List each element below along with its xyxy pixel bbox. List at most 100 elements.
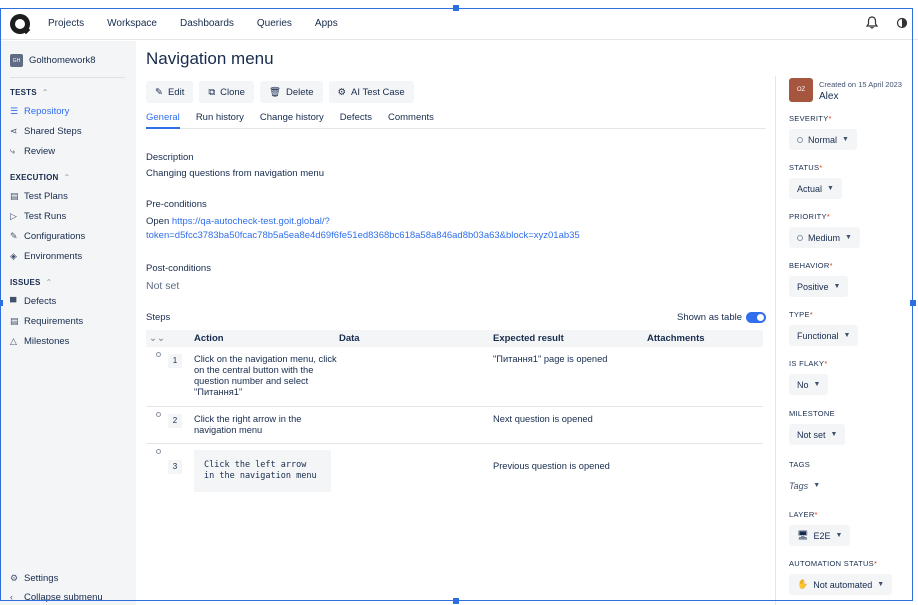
section-tests[interactable]: TESTS ⌃ [10,88,136,97]
nav-projects[interactable]: Projects [48,18,84,29]
table-row[interactable]: 3 Click the left arrow in the navigation… [146,443,763,501]
drag-handle[interactable] [146,406,168,444]
step-action[interactable]: Click on the navigation menu, click on t… [194,347,339,407]
sidebar-item-repository[interactable]: ☰ Repository [10,106,136,117]
sidebar-item-label: Test Runs [24,211,67,222]
table-view-toggle[interactable] [746,312,766,323]
preconditions-link[interactable]: https://qa-autocheck-test.goit.global/? [172,216,330,227]
milestone-icon: △ [10,336,17,346]
top-navigation: Projects Workspace Dashboards Queries Ap… [0,8,918,40]
step-action[interactable]: Click the right arrow in the navigation … [194,406,339,444]
flaky-select[interactable]: No ▼ [789,374,829,395]
nav-workspace[interactable]: Workspace [107,18,157,29]
sidebar-item-requirements[interactable]: ▤ Requirements [10,316,136,327]
step-expected[interactable]: "Питання1" page is opened [493,347,647,407]
app-logo[interactable] [10,13,30,34]
steps-header: Steps Shown as table [146,312,766,323]
copy-icon: ⧉ [208,86,216,98]
sidebar-item-test-runs[interactable]: ▷ Test Runs [10,211,136,222]
step-expected[interactable]: Next question is opened [493,406,647,444]
nav-dashboards[interactable]: Dashboards [180,18,234,29]
table-row[interactable]: 2 Click the right arrow in the navigatio… [146,406,763,444]
review-icon: ⤷ [10,146,16,156]
tab-change-history[interactable]: Change history [260,112,324,129]
theme-toggle-icon[interactable] [896,16,908,32]
step-attachments[interactable] [647,347,763,407]
expand-all-icon[interactable]: ⌄⌄ [146,330,168,347]
priority-select[interactable]: Medium ▼ [789,227,860,248]
bell-icon[interactable] [865,16,879,32]
drag-handle[interactable] [146,443,168,501]
step-expected[interactable]: Previous question is opened [493,443,647,501]
step-data[interactable] [339,406,493,444]
test-plans-icon: ▤ [10,191,19,201]
nav-queries[interactable]: Queries [257,18,292,29]
required-mark: * [829,261,833,270]
section-issues[interactable]: ISSUES ⌃ [10,278,136,287]
automation-select[interactable]: ✋ Not automated ▼ [789,574,893,595]
sidebar-item-settings[interactable]: ⚙ Settings [10,573,103,584]
chevron-down-icon: ▼ [845,234,852,241]
resize-handle-bottom[interactable] [453,598,459,604]
avatar: OZ [789,78,813,102]
behavior-select[interactable]: Positive ▼ [789,276,849,297]
milestone-select[interactable]: Not set ▼ [789,424,846,445]
field-layer: LAYER* 🖥 E2E ▼ [789,510,851,546]
field-milestone: MILESTONE Not set ▼ [789,409,846,445]
severity-icon [797,136,803,143]
delete-button[interactable]: 🗑 Delete [259,81,323,103]
drag-handle[interactable] [146,347,168,407]
sidebar-item-defects[interactable]: ▀ Defects [10,296,136,307]
status-select[interactable]: Actual ▼ [789,178,842,199]
type-select[interactable]: Functional ▼ [789,325,859,346]
share-icon: ⋖ [10,126,18,136]
column-header-data: Data [339,330,493,347]
tags-select[interactable]: Tags ▼ [789,475,820,496]
resize-handle-left[interactable] [0,300,3,306]
created-date: Created on 15 April 2023 [819,80,902,89]
sidebar-item-label: Settings [24,573,59,584]
sidebar-item-review[interactable]: ⤷ Review [10,146,136,157]
chevron-down-icon: ▼ [835,532,843,539]
edit-button[interactable]: ✎ Edit [146,81,194,103]
tab-defects[interactable]: Defects [340,112,372,129]
wrench-icon: ✎ [10,231,18,241]
clone-button[interactable]: ⧉ Clone [199,81,254,103]
chevron-down-icon: ▼ [842,136,849,143]
sidebar-item-label: Shared Steps [24,126,82,137]
step-data[interactable] [339,443,493,501]
preconditions-value: Open https://qa-autocheck-test.goit.glob… [146,215,766,243]
step-action[interactable]: Click the left arrow in the navigation m… [194,449,331,492]
project-selector[interactable]: GH Golthomework8 [10,54,136,67]
table-row[interactable]: 1 Click on the navigation menu, click on… [146,347,763,407]
tab-comments[interactable]: Comments [388,112,434,129]
layer-select[interactable]: 🖥 E2E ▼ [789,525,851,546]
nav-apps[interactable]: Apps [315,18,338,29]
sidebar-item-milestones[interactable]: △ Milestones [10,336,136,347]
sidebar-item-configurations[interactable]: ✎ Configurations [10,231,136,242]
sidebar-item-environments[interactable]: ◈ Environments [10,251,136,262]
ai-label: AI Test Case [351,86,405,98]
tab-run-history[interactable]: Run history [196,112,244,129]
required-mark: * [873,559,878,568]
step-action-editor[interactable]: Click the left arrow in the navigation m… [194,443,339,501]
step-attachments[interactable] [647,443,763,501]
preconditions-link-token[interactable]: token=d5fcc3783ba50fcac78b5a5ea8e4d69f6f… [146,230,580,241]
severity-select[interactable]: Normal ▼ [789,129,857,150]
chevron-down-icon: ▼ [877,581,885,588]
step-data[interactable] [339,347,493,407]
sidebar-item-label: Test Plans [24,191,68,202]
collapse-submenu-button[interactable]: ‹ Collapse submenu [10,592,103,602]
step-attachments[interactable] [647,406,763,444]
resize-handle-right[interactable] [910,300,916,306]
sidebar-item-test-plans[interactable]: ▤ Test Plans [10,191,136,202]
resize-handle-top[interactable] [453,5,459,11]
field-type: TYPE* Functional ▼ [789,310,859,346]
tab-general[interactable]: General [146,112,180,129]
column-header-action: Action [194,330,339,347]
required-mark: * [819,163,823,172]
section-execution[interactable]: EXECUTION ⌃ [10,173,136,182]
ai-test-case-button[interactable]: ⚙ AI Test Case [328,81,414,103]
field-tags: TAGS Tags ▼ [789,460,820,496]
sidebar-item-shared-steps[interactable]: ⋖ Shared Steps [10,126,136,137]
